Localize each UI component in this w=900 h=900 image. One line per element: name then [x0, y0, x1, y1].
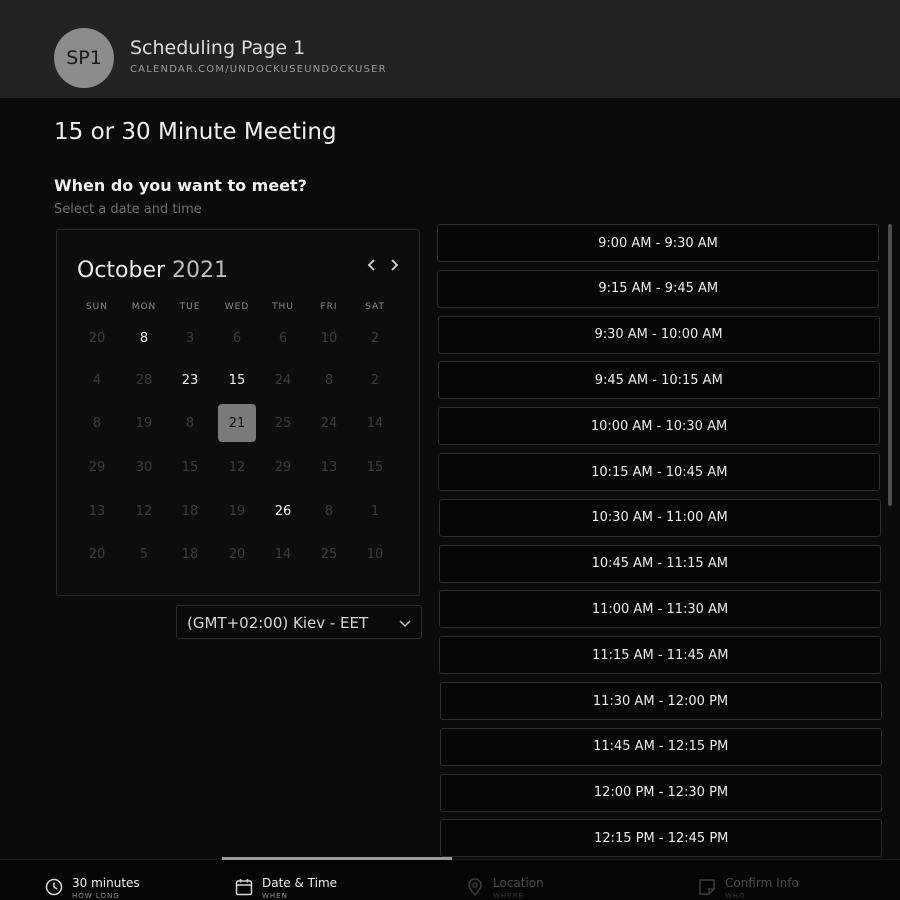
calendar-day: 25 [320, 546, 338, 562]
calendar-day: 14 [274, 546, 292, 562]
previous-month-button[interactable] [367, 256, 377, 277]
calendar-day: 8 [92, 415, 102, 431]
calendar-day: 19 [228, 503, 246, 519]
scheduling-page-name: Scheduling Page 1 [130, 37, 306, 59]
calendar-day: 20 [228, 546, 246, 562]
time-slot-button[interactable]: 12:15 PM - 12:45 PM [440, 819, 883, 858]
date-time-subtitle: Select a date and time [54, 202, 202, 217]
clock-icon [45, 878, 63, 896]
scheduling-page-url[interactable]: CALENDAR.COM/UNDOCKUSEUNDOCKUSER [130, 64, 387, 75]
calendar-day: 24 [274, 372, 292, 388]
calendar-day[interactable]: 23 [171, 361, 209, 399]
time-slot-button[interactable]: 10:00 AM - 10:30 AM [438, 407, 880, 446]
year-label: 2021 [172, 258, 229, 283]
month-label: October [77, 258, 166, 283]
calendar-day: 6 [232, 330, 242, 346]
calendar-day: 3 [185, 330, 195, 346]
weekday-label-thu: THU [272, 302, 294, 312]
step-date-time[interactable]: Date & Time WHEN [235, 860, 395, 900]
step-30-minutes[interactable]: 30 minutes HOW LONG [45, 860, 205, 900]
weekday-label-wed: WED [224, 302, 250, 312]
timezone-select[interactable]: (GMT+02:00) Kiev - EET [176, 605, 422, 639]
time-slot-button[interactable]: 10:30 AM - 11:00 AM [438, 498, 881, 537]
weekday-label-sun: SUN [85, 302, 109, 312]
time-slot-button[interactable]: 12:00 PM - 12:30 PM [440, 773, 882, 812]
avatar: SP1 [54, 28, 114, 88]
step-sublabel: WHO [725, 892, 746, 900]
calendar-day: 12 [135, 503, 153, 519]
calendar-day: 13 [88, 503, 106, 519]
calendar-day: 10 [320, 330, 338, 346]
calendar-day: 8 [185, 415, 195, 431]
calendar-day: 10 [366, 546, 384, 562]
calendar-day: 8 [324, 503, 334, 519]
time-slot-button[interactable]: 11:00 AM - 11:30 AM [439, 590, 881, 629]
calendar-day: 2 [370, 372, 380, 388]
calendar-day[interactable]: 26 [264, 492, 302, 530]
weekday-label-sat: SAT [365, 302, 385, 312]
calendar-day: 18 [181, 546, 199, 562]
calendar-day: 12 [228, 459, 246, 475]
calendar-day: 24 [320, 415, 338, 431]
calendar-day: 15 [366, 459, 384, 475]
calendar-day: 4 [92, 372, 102, 388]
step-confirm-info[interactable]: Confirm Info WHO [698, 860, 858, 900]
note-icon [699, 879, 715, 895]
calendar-day: 6 [278, 330, 288, 346]
step-location[interactable]: Location WHERE [466, 860, 626, 900]
calendar-day: 14 [366, 415, 384, 431]
date-picker-calendar: October 2021 SUN MON TUE WED THU FRI SAT 20 8 3 6 6… [56, 229, 420, 596]
weekday-label-mon: MON [131, 302, 157, 312]
calendar-day: 29 [88, 459, 106, 475]
calendar-day: 30 [135, 459, 153, 475]
time-slot-button[interactable]: 9:15 AM - 9:45 AM [437, 269, 880, 308]
weekday-label-fri: FRI [320, 302, 338, 312]
chevron-down-icon [399, 620, 411, 628]
time-slot-button[interactable]: 9:00 AM - 9:30 AM [437, 224, 879, 262]
next-month-button[interactable] [389, 256, 399, 277]
calendar-day[interactable]: 8 [125, 319, 163, 357]
calendar-day: 29 [274, 459, 292, 475]
calendar-day: 1 [370, 503, 380, 519]
calendar-day: 28 [135, 372, 153, 388]
time-slot-button[interactable]: 9:30 AM - 10:00 AM [437, 315, 880, 354]
location-pin-icon [468, 878, 482, 896]
page-header: SP1 Scheduling Page 1 CALENDAR.COM/UNDOC… [0, 0, 900, 98]
calendar-day: 8 [324, 372, 334, 388]
weekday-label-tue: TUE [179, 302, 201, 312]
meeting-title: 15 or 30 Minute Meeting [54, 119, 337, 145]
calendar-day: 15 [181, 459, 199, 475]
step-label: Date & Time [262, 876, 338, 890]
step-sublabel: HOW LONG [72, 892, 120, 900]
step-label: Confirm Info [725, 876, 799, 890]
booking-steps-footer: 30 minutes HOW LONG Date & Time WHEN Locatio… [0, 857, 900, 900]
calendar-day-selected[interactable]: 21 [218, 404, 256, 442]
time-slot-button[interactable]: 10:15 AM - 10:45 AM [438, 453, 881, 491]
time-slot-button[interactable]: 11:45 AM - 12:15 PM [439, 727, 882, 766]
time-slot-button[interactable]: 11:30 AM - 12:00 PM [439, 682, 882, 720]
calendar-day: 2 [370, 330, 380, 346]
chevron-right-icon [391, 259, 399, 271]
step-label: 30 minutes [72, 876, 140, 890]
calendar-day: 13 [320, 459, 338, 475]
calendar-day: 19 [135, 415, 153, 431]
step-sublabel: WHERE [493, 892, 524, 900]
calendar-day: 20 [88, 330, 106, 346]
step-sublabel: WHEN [262, 892, 288, 900]
time-slot-scrollbar[interactable] [888, 224, 892, 506]
calendar-day: 20 [88, 546, 106, 562]
chevron-left-icon [367, 259, 375, 271]
time-slot-button[interactable]: 9:45 AM - 10:15 AM [437, 361, 880, 400]
calendar-icon [235, 879, 253, 896]
calendar-day[interactable]: 15 [218, 361, 256, 399]
step-label: Location [493, 876, 544, 890]
month-year-label: October 2021 [77, 258, 228, 283]
time-slot-button[interactable]: 10:45 AM - 11:15 AM [438, 544, 881, 583]
calendar-day: 18 [181, 503, 199, 519]
calendar-day: 5 [139, 546, 149, 562]
calendar-day: 25 [274, 415, 292, 431]
time-slot-button[interactable]: 11:15 AM - 11:45 AM [439, 636, 882, 675]
timezone-value: (GMT+02:00) Kiev - EET [187, 614, 369, 632]
date-time-heading: When do you want to meet? [54, 176, 307, 195]
